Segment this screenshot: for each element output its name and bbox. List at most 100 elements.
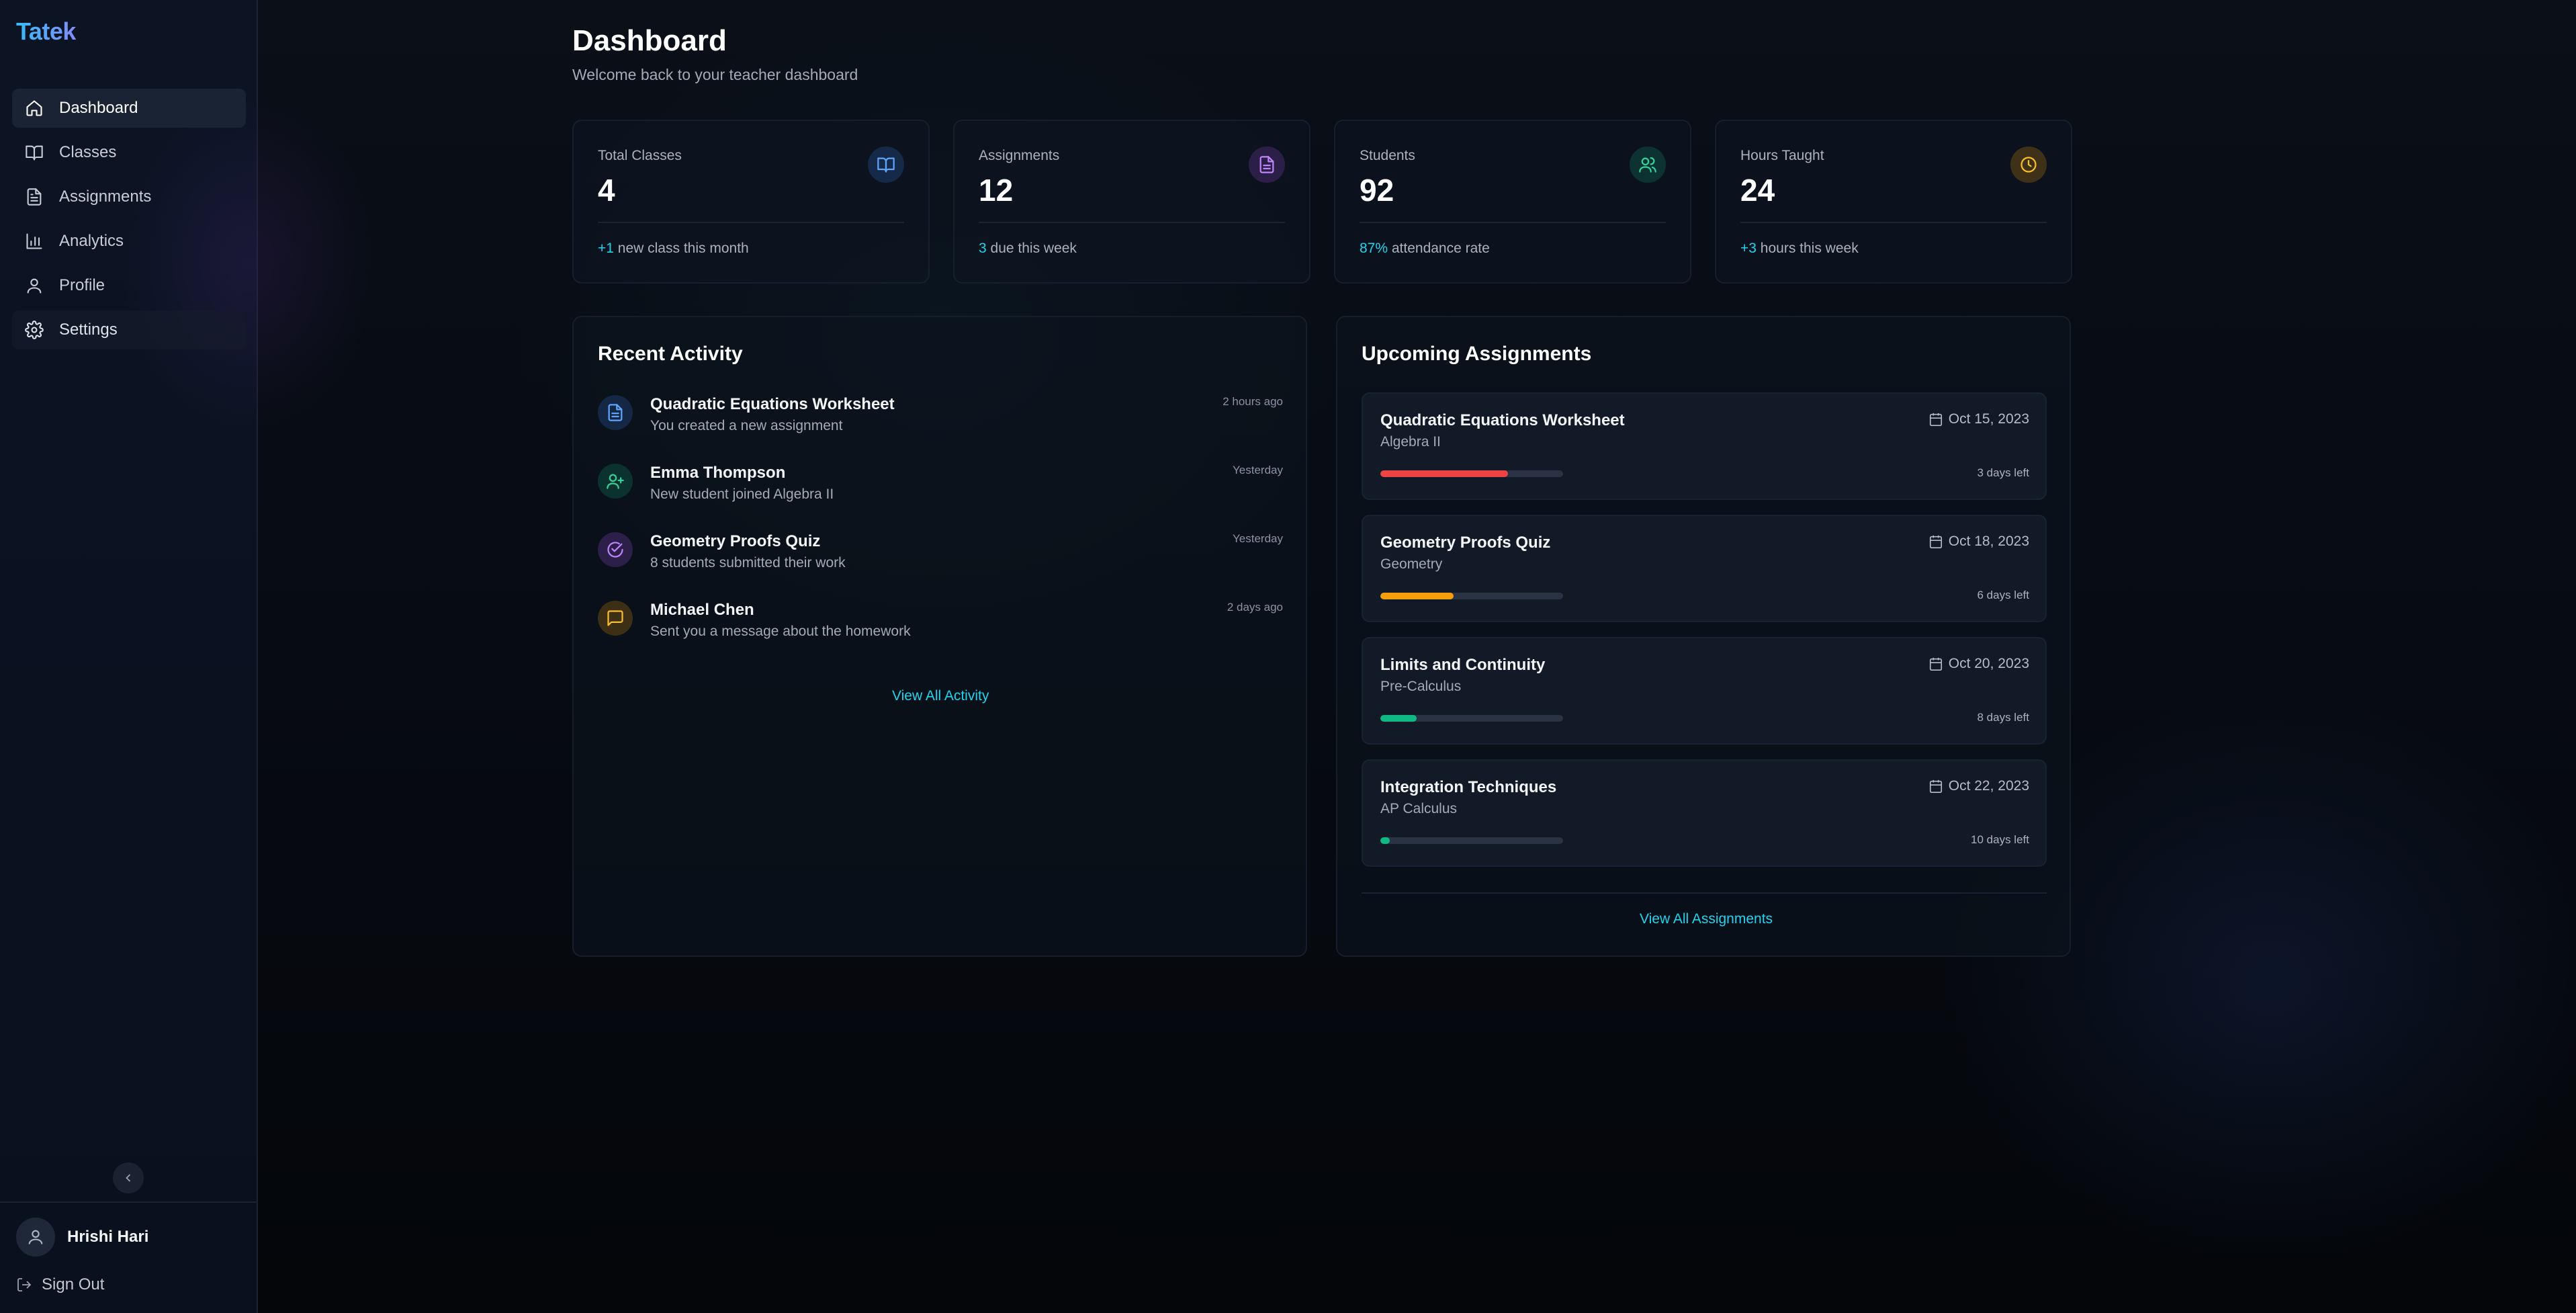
assignment-progress-bar bbox=[1380, 593, 1563, 599]
assignment-date-text: Oct 20, 2023 bbox=[1948, 656, 2029, 671]
clock-icon bbox=[2010, 146, 2047, 183]
assignment-progress-bar bbox=[1380, 715, 1563, 722]
stat-label: Total Classes bbox=[598, 148, 682, 163]
stat-footer-text: hours this week bbox=[1756, 241, 1859, 256]
assignment-card[interactable]: Integration Techniques AP Calculus Oct 2… bbox=[1362, 759, 2047, 867]
stat-card-assignments: Assignments 12 3 due this week bbox=[953, 120, 1311, 284]
assignment-title: Geometry Proofs Quiz bbox=[1380, 534, 1551, 552]
stat-card-total-classes: Total Classes 4 +1 new class this month bbox=[572, 120, 930, 284]
stat-value: 92 bbox=[1360, 173, 1394, 208]
assignment-course: Geometry bbox=[1380, 556, 1443, 572]
view-all-activity-link[interactable]: View All Activity bbox=[892, 688, 989, 704]
file-text-icon bbox=[598, 395, 633, 430]
stat-footer: +3 hours this week bbox=[1740, 241, 1859, 257]
stat-divider bbox=[1360, 222, 1666, 223]
calendar-icon bbox=[1929, 657, 1942, 671]
assignment-title: Quadratic Equations Worksheet bbox=[1380, 411, 1625, 429]
sidebar-item-label: Analytics bbox=[59, 232, 124, 250]
brand-logo[interactable]: Tatek bbox=[16, 17, 76, 46]
stat-footer: 87% attendance rate bbox=[1360, 241, 1490, 257]
sidebar-divider bbox=[0, 1201, 258, 1203]
panel-title: Recent Activity bbox=[598, 343, 743, 365]
user-profile[interactable]: Hrishi Hari bbox=[16, 1218, 148, 1257]
activity-title: Quadratic Equations Worksheet bbox=[650, 395, 895, 413]
view-all-assignments-link[interactable]: View All Assignments bbox=[1640, 911, 1773, 927]
sidebar-item-profile[interactable]: Profile bbox=[12, 266, 246, 305]
assignment-date-text: Oct 18, 2023 bbox=[1948, 534, 2029, 549]
assignment-title: Integration Techniques bbox=[1380, 778, 1557, 796]
calendar-icon bbox=[1929, 779, 1942, 793]
sidebar-item-assignments[interactable]: Assignments bbox=[12, 177, 246, 216]
sidebar-item-analytics[interactable]: Analytics bbox=[12, 222, 246, 261]
stat-card-hours-taught: Hours Taught 24 +3 hours this week bbox=[1715, 120, 2072, 284]
panel-title: Upcoming Assignments bbox=[1362, 343, 1592, 365]
activity-time: Yesterday bbox=[1233, 532, 1283, 545]
assignment-date: Oct 20, 2023 bbox=[1928, 656, 2029, 672]
assignment-progress-bar bbox=[1380, 837, 1563, 844]
sidebar-item-label: Dashboard bbox=[59, 99, 138, 117]
avatar bbox=[16, 1218, 55, 1257]
calendar-icon bbox=[1929, 535, 1942, 548]
progress-fill bbox=[1380, 470, 1509, 477]
file-text-icon bbox=[24, 187, 44, 207]
activity-time: 2 days ago bbox=[1227, 601, 1283, 613]
days-left: 8 days left bbox=[1977, 711, 2030, 724]
message-icon bbox=[598, 601, 633, 636]
stat-value: 24 bbox=[1740, 173, 1775, 208]
panel-divider bbox=[1362, 892, 2047, 894]
assignment-date: Oct 15, 2023 bbox=[1928, 411, 2029, 427]
activity-item[interactable]: Quadratic Equations Worksheet You create… bbox=[598, 395, 1283, 449]
assignment-card[interactable]: Geometry Proofs Quiz Geometry Oct 18, 20… bbox=[1362, 515, 2047, 622]
activity-item[interactable]: Michael Chen Sent you a message about th… bbox=[598, 601, 1283, 654]
stat-divider bbox=[1740, 222, 2047, 223]
stat-value: 12 bbox=[979, 173, 1014, 208]
collapse-sidebar-button[interactable] bbox=[113, 1162, 144, 1193]
sidebar-item-label: Assignments bbox=[59, 187, 152, 206]
assignment-course: Algebra II bbox=[1380, 434, 1441, 450]
assignment-card[interactable]: Limits and Continuity Pre-Calculus Oct 2… bbox=[1362, 637, 2047, 745]
stat-highlight: 87% bbox=[1360, 241, 1388, 256]
activity-item[interactable]: Emma Thompson New student joined Algebra… bbox=[598, 464, 1283, 517]
book-icon bbox=[24, 142, 44, 163]
progress-fill bbox=[1380, 715, 1417, 722]
upcoming-assignments-panel: Upcoming Assignments Quadratic Equations… bbox=[1336, 316, 2071, 957]
days-left: 3 days left bbox=[1977, 466, 2030, 479]
sidebar-item-classes[interactable]: Classes bbox=[12, 133, 246, 172]
assignment-course: Pre-Calculus bbox=[1380, 679, 1462, 694]
calendar-icon bbox=[1929, 413, 1942, 426]
sign-out-label: Sign Out bbox=[42, 1275, 105, 1294]
page-subtitle: Welcome back to your teacher dashboard bbox=[572, 66, 858, 83]
book-open-icon bbox=[868, 146, 904, 183]
sidebar-item-label: Classes bbox=[59, 143, 117, 161]
recent-activity-panel: Recent Activity Quadratic Equations Work… bbox=[572, 316, 1307, 957]
stat-footer: +1 new class this month bbox=[598, 241, 749, 257]
stat-card-students: Students 92 87% attendance rate bbox=[1334, 120, 1691, 284]
activity-description: You created a new assignment bbox=[650, 418, 843, 433]
activity-item[interactable]: Geometry Proofs Quiz 8 students submitte… bbox=[598, 532, 1283, 586]
sign-out-button[interactable]: Sign Out bbox=[16, 1275, 104, 1294]
bar-chart-icon bbox=[24, 231, 44, 251]
sidebar-item-dashboard[interactable]: Dashboard bbox=[12, 89, 246, 128]
stat-highlight: 3 bbox=[979, 241, 987, 256]
user-plus-icon bbox=[598, 464, 633, 499]
home-icon bbox=[24, 98, 44, 118]
stat-footer-text: new class this month bbox=[613, 241, 749, 256]
assignment-title: Limits and Continuity bbox=[1380, 656, 1546, 674]
assignment-card[interactable]: Quadratic Equations Worksheet Algebra II… bbox=[1362, 392, 2047, 500]
gear-icon bbox=[24, 320, 44, 340]
stat-divider bbox=[598, 222, 904, 223]
users-icon bbox=[1630, 146, 1666, 183]
activity-description: 8 students submitted their work bbox=[650, 555, 846, 570]
activity-title: Geometry Proofs Quiz bbox=[650, 532, 821, 550]
sidebar-item-settings[interactable]: Settings bbox=[12, 310, 246, 349]
activity-title: Michael Chen bbox=[650, 601, 754, 619]
user-icon bbox=[28, 1230, 43, 1244]
file-text-icon bbox=[1249, 146, 1285, 183]
progress-fill bbox=[1380, 593, 1454, 599]
stat-label: Hours Taught bbox=[1740, 148, 1824, 163]
sidebar-nav: Dashboard Classes Assignments Analytics … bbox=[12, 89, 246, 355]
assignment-date: Oct 22, 2023 bbox=[1928, 778, 2029, 794]
activity-description: New student joined Algebra II bbox=[650, 486, 834, 502]
sidebar-item-label: Profile bbox=[59, 276, 105, 294]
chevron-left-icon bbox=[126, 1174, 131, 1182]
